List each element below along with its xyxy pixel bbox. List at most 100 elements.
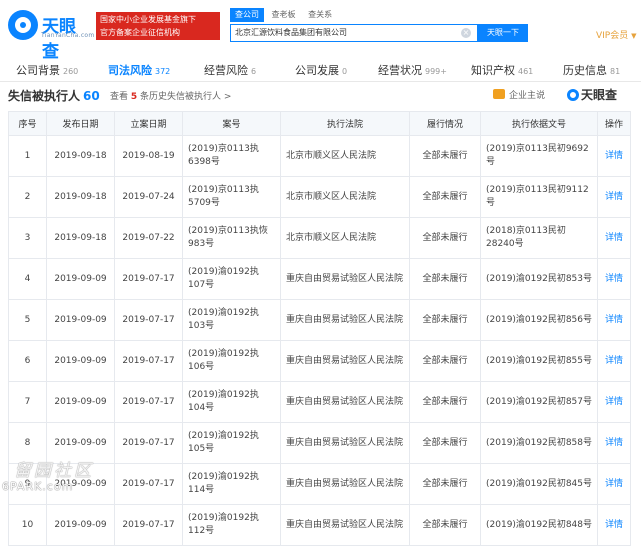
table-row: 1 2019-09-18 2019-08-19 (2019)京0113执6398号 北京…	[8, 135, 631, 177]
section-title: 失信被执行人 60	[8, 87, 100, 104]
badge-line-2: 官方备案企业征信机构	[100, 28, 180, 37]
tab-count: 81	[610, 67, 621, 76]
search-tab-company[interactable]: 查公司	[230, 8, 264, 22]
cell-case-number: (2019)渝0192执112号	[182, 504, 281, 546]
badge-line-1: 国家中小企业发展基金旗下	[100, 15, 196, 24]
cell-performance: 全部未履行	[409, 135, 481, 177]
details-link[interactable]: 详情	[597, 135, 631, 177]
tab-label: 知识产权	[471, 64, 515, 77]
cell-court: 重庆自由贸易试验区人民法院	[280, 381, 410, 423]
cell-basis-document: (2019)渝0192民初845号	[480, 463, 598, 505]
cell-court: 重庆自由贸易试验区人民法院	[280, 340, 410, 382]
cell-case-number: (2019)渝0192执114号	[182, 463, 281, 505]
logo-eye-icon	[567, 89, 579, 101]
site-logo[interactable]: 天眼查 TianYanCha.com	[8, 10, 95, 62]
cell-performance: 全部未履行	[409, 340, 481, 382]
cell-publish-date: 2019-09-18	[46, 135, 115, 177]
history-link[interactable]: 查看 5 条历史失信被执行人 >	[110, 89, 231, 102]
cell-case-number: (2019)渝0192执107号	[182, 258, 281, 300]
col-header-publish-date: 发布日期	[46, 111, 115, 136]
section-title-text: 失信被执行人	[8, 89, 81, 103]
tab-label: 公司背景	[16, 64, 60, 77]
details-link[interactable]: 详情	[597, 463, 631, 505]
search-tabs: 查公司 查老板 查关系	[230, 8, 337, 22]
logo-eye-icon	[8, 10, 38, 40]
cell-filing-date: 2019-07-17	[114, 463, 183, 505]
vip-label: VIP会员	[596, 31, 629, 41]
table-header-row: 序号 发布日期 立案日期 案号 执行法院 履行情况 执行依据文号 操作	[8, 111, 631, 136]
details-link[interactable]: 详情	[597, 422, 631, 464]
cell-performance: 全部未履行	[409, 217, 481, 259]
tab-count: 999+	[425, 67, 447, 76]
watermark-line-1: 留园社区	[14, 461, 94, 481]
cell-performance: 全部未履行	[409, 176, 481, 218]
cell-performance: 全部未履行	[409, 299, 481, 341]
cell-court: 重庆自由贸易试验区人民法院	[280, 258, 410, 300]
tab-history[interactable]: 历史信息 81	[563, 62, 620, 78]
search-tab-boss[interactable]: 查老板	[267, 8, 301, 22]
cell-filing-date: 2019-07-24	[114, 176, 183, 218]
details-link[interactable]: 详情	[597, 217, 631, 259]
tab-label: 历史信息	[563, 64, 607, 77]
cell-case-number: (2019)渝0192执105号	[182, 422, 281, 464]
history-count: 5	[130, 92, 138, 102]
cell-performance: 全部未履行	[409, 381, 481, 423]
cell-case-number: (2019)渝0192执106号	[182, 340, 281, 382]
cell-publish-date: 2019-09-18	[46, 217, 115, 259]
top-header: 天眼查 TianYanCha.com 国家中小企业发展基金旗下 官方备案企业征信…	[0, 0, 641, 62]
history-link-prefix: 查看	[110, 92, 129, 102]
tab-operating-status[interactable]: 经营状况 999+	[378, 62, 447, 78]
cell-case-number: (2019)京0113执5709号	[182, 176, 281, 218]
col-header-basis-document: 执行依据文号	[480, 111, 598, 136]
chevron-down-icon: ▼	[631, 32, 637, 40]
cell-no: 2	[8, 176, 47, 218]
details-link[interactable]: 详情	[597, 299, 631, 341]
search-input[interactable]: 北京汇源饮料食品集团有限公司 ×	[230, 24, 478, 42]
details-link[interactable]: 详情	[597, 176, 631, 218]
details-link[interactable]: 详情	[597, 381, 631, 423]
details-link[interactable]: 详情	[597, 504, 631, 546]
cell-court: 北京市顺义区人民法院	[280, 217, 410, 259]
history-link-suffix: 条历史失信被执行人 >	[140, 92, 232, 102]
cell-court: 重庆自由贸易试验区人民法院	[280, 299, 410, 341]
enterprise-main-link[interactable]: 企业主说	[493, 88, 545, 101]
clear-icon[interactable]: ×	[461, 28, 471, 38]
official-badge: 国家中小企业发展基金旗下 官方备案企业征信机构	[96, 12, 220, 40]
tab-intellectual-property[interactable]: 知识产权 461	[471, 62, 533, 78]
tab-label: 经营风险	[204, 64, 248, 77]
cell-filing-date: 2019-07-17	[114, 299, 183, 341]
cell-publish-date: 2019-09-09	[46, 340, 115, 382]
cell-basis-document: (2019)渝0192民初855号	[480, 340, 598, 382]
cell-filing-date: 2019-07-17	[114, 381, 183, 423]
vip-menu[interactable]: VIP会员 ▼	[596, 28, 637, 41]
cell-performance: 全部未履行	[409, 258, 481, 300]
cell-case-number: (2019)渝0192执104号	[182, 381, 281, 423]
col-header-no: 序号	[8, 111, 47, 136]
cell-court: 北京市顺义区人民法院	[280, 135, 410, 177]
col-header-performance: 履行情况	[409, 111, 481, 136]
tab-operating-risk[interactable]: 经营风险 6	[204, 62, 256, 78]
col-header-action: 操作	[597, 111, 631, 136]
logo-subtext: TianYanCha.com	[41, 32, 95, 39]
cell-case-number: (2019)京0113执6398号	[182, 135, 281, 177]
cell-basis-document: (2018)京0113民初28240号	[480, 217, 598, 259]
cell-filing-date: 2019-07-17	[114, 504, 183, 546]
brand-text: 天眼查	[581, 88, 618, 102]
tab-company-development[interactable]: 公司发展 0	[295, 62, 347, 78]
cell-basis-document: (2019)京0113民初9692号	[480, 135, 598, 177]
col-header-court: 执行法院	[280, 111, 410, 136]
search-tab-relation[interactable]: 查关系	[303, 8, 337, 22]
tab-count: 0	[342, 67, 348, 76]
col-header-filing-date: 立案日期	[114, 111, 183, 136]
details-link[interactable]: 详情	[597, 258, 631, 300]
tab-judicial-risk[interactable]: 司法风险 372	[108, 62, 170, 78]
table-row: 7 2019-09-09 2019-07-17 (2019)渝0192执104号 重庆自…	[8, 381, 631, 423]
tab-company-background[interactable]: 公司背景 260	[16, 62, 78, 78]
table-row: 4 2019-09-09 2019-07-17 (2019)渝0192执107号 重庆自…	[8, 258, 631, 300]
search-button[interactable]: 天眼一下	[478, 24, 528, 42]
table-row: 2 2019-09-18 2019-07-24 (2019)京0113执5709号 北京…	[8, 176, 631, 218]
tab-count: 461	[518, 67, 534, 76]
cell-publish-date: 2019-09-18	[46, 176, 115, 218]
tab-count: 260	[63, 67, 79, 76]
details-link[interactable]: 详情	[597, 340, 631, 382]
